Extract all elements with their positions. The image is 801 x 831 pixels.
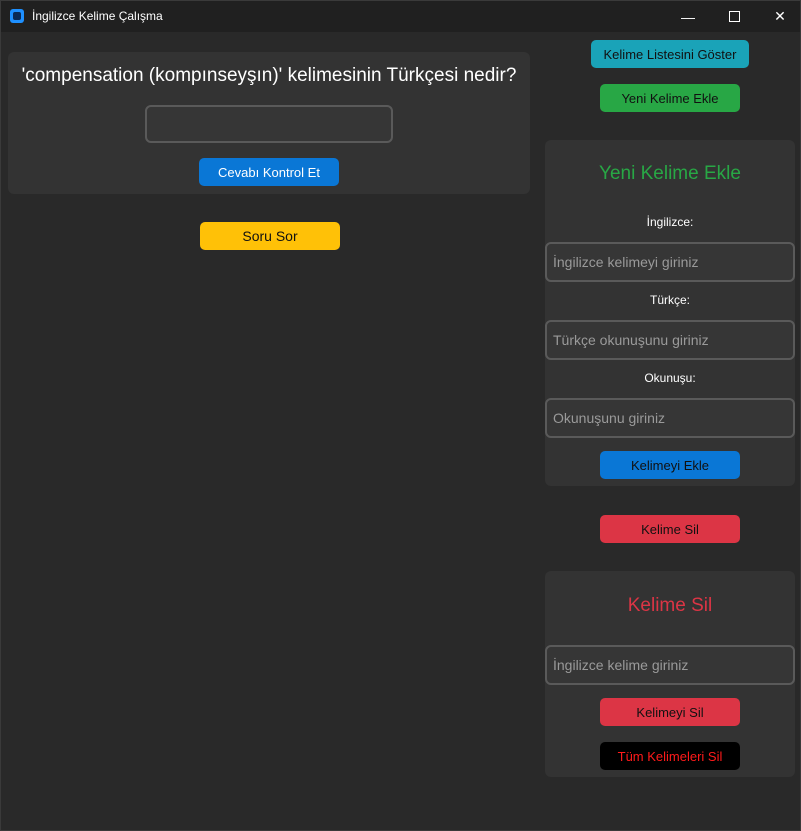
delete-english-input[interactable]: İngilizce kelime giriniz (545, 645, 795, 685)
add-word-button[interactable]: Kelimeyi Ekle (600, 451, 740, 479)
delete-word-toggle-button[interactable]: Kelime Sil (600, 515, 740, 543)
english-label: İngilizce: (646, 215, 694, 229)
new-word-toggle-button[interactable]: Yeni Kelime Ekle (600, 84, 740, 112)
ask-question-button[interactable]: Soru Sor (200, 222, 340, 250)
minimize-button[interactable]: — (665, 1, 711, 32)
pronunciation-label: Okunuşu: (644, 371, 696, 385)
maximize-button[interactable] (711, 1, 757, 32)
close-button[interactable]: ✕ (757, 1, 801, 32)
check-answer-button[interactable]: Cevabı Kontrol Et (199, 158, 339, 186)
show-word-list-button[interactable]: Kelime Listesini Göster (591, 40, 749, 68)
add-word-panel: Yeni Kelime Ekle İngilizce: İngilizce ke… (545, 140, 795, 486)
maximize-icon (728, 11, 740, 22)
app-window: İngilizce Kelime Çalışma — ✕ 'compensati… (0, 0, 801, 831)
minimize-icon: — (681, 8, 695, 25)
title-bar[interactable]: İngilizce Kelime Çalışma — ✕ (1, 1, 800, 32)
pronunciation-input[interactable]: Okunuşunu giriniz (545, 398, 795, 438)
delete-word-panel: Kelime Sil İngilizce kelime giriniz Keli… (545, 571, 795, 777)
app-icon (10, 9, 24, 23)
close-icon: ✕ (774, 8, 786, 24)
delete-all-words-button[interactable]: Tüm Kelimeleri Sil (600, 742, 740, 770)
window-title: İngilizce Kelime Çalışma (32, 9, 163, 23)
english-word-input[interactable]: İngilizce kelimeyi giriniz (545, 242, 795, 282)
answer-input[interactable] (145, 105, 393, 143)
turkish-word-input[interactable]: Türkçe okunuşunu giriniz (545, 320, 795, 360)
turkish-label: Türkçe: (649, 293, 690, 307)
add-panel-title: Yeni Kelime Ekle (599, 163, 741, 184)
question-text: 'compensation (kompınseyşın)' kelimesini… (21, 65, 517, 86)
delete-word-button[interactable]: Kelimeyi Sil (600, 698, 740, 726)
question-panel: 'compensation (kompınseyşın)' kelimesini… (8, 52, 530, 194)
delete-panel-title: Kelime Sil (627, 595, 713, 616)
